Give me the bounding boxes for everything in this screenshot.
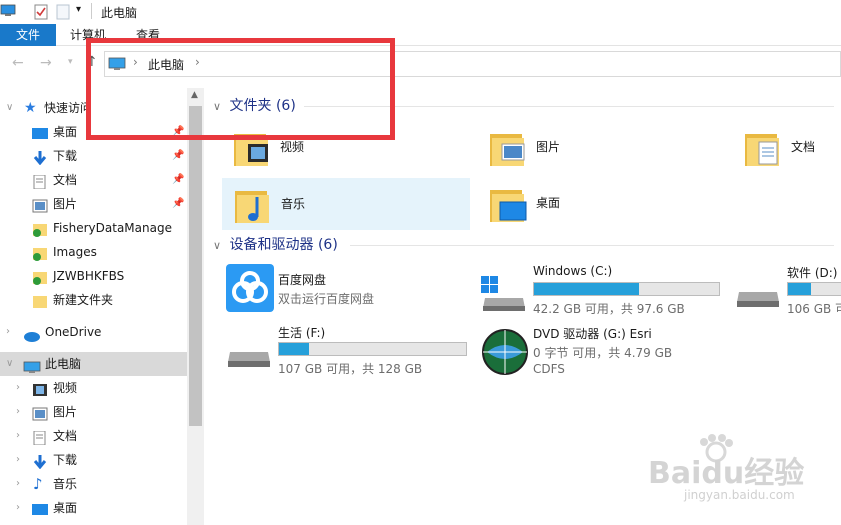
device-drive-d[interactable]: 软件 (D:) 106 GB 可用 [733,264,841,320]
music-folder-icon [233,183,273,227]
document-icon [32,173,48,190]
pictures-icon [32,197,48,213]
download-icon [32,453,48,470]
folder-synced-icon [32,221,48,237]
windows-drive-icon [481,276,527,315]
drive-f-usage-bar [278,342,467,356]
pin-icon[interactable]: 📌 [172,192,184,216]
music-icon: ♪ [33,475,43,493]
title-bar: ▾ 此电脑 [0,0,841,24]
documents-folder-icon [743,126,783,170]
dvd-globe-icon [481,328,529,379]
chevron-down-icon[interactable]: ∨ [6,352,13,376]
drive-c-usage-fill [534,283,640,295]
pictures-folder-icon [488,126,528,170]
star-icon: ★ [24,100,37,116]
divider [91,3,92,19]
desktop-icon [32,125,48,139]
baidu-netdisk-icon [226,264,274,315]
nav-item-pictures[interactable]: 图片 📌 [0,192,187,216]
back-arrow-icon[interactable]: ← [12,55,24,71]
watermark-brand: Baidu经验 [648,456,805,491]
window-title: 此电脑 [101,6,138,20]
folder-synced-icon [32,245,48,261]
forward-arrow-icon[interactable]: → [40,55,52,71]
drive-c-usage-bar [533,282,720,296]
chevron-right-icon[interactable]: › [16,376,20,400]
tab-file[interactable]: 文件 [0,24,56,46]
nav-item-fisherydatamanage[interactable]: FisheryDataManage [0,216,187,240]
desktop-icon [32,501,48,515]
computer-icon [0,4,16,17]
nav-pc-downloads[interactable]: › 下载 [0,448,187,472]
chevron-right-icon[interactable]: › [6,320,10,344]
nav-onedrive[interactable]: › OneDrive [0,320,187,344]
devices-header-label: 设备和驱动器 (6) [229,237,338,253]
folder-pictures[interactable]: 图片 [478,122,726,174]
chevron-right-icon[interactable]: › [16,400,20,424]
chevron-down-icon[interactable]: ∨ [6,96,13,120]
chevron-right-icon[interactable]: › [16,496,20,520]
folder-icon [32,293,48,308]
document-icon [32,429,48,446]
nav-item-jzwbhkfbs[interactable]: JZWBHKFBS [0,264,187,288]
drive-d-usage-fill [788,283,812,295]
folder-desktop[interactable]: 桌面 [478,178,726,230]
nav-pc-pictures[interactable]: › 图片 [0,400,187,424]
folder-synced-icon [32,269,48,285]
devices-section-header[interactable]: ∨ 设备和驱动器 (6) [213,234,338,256]
navigation-pane: ∨ ★ 快速访问 桌面 📌 下载 📌 文档 📌 图片 📌 FisheryData… [0,88,204,525]
drive-d-usage-bar [787,282,841,296]
highlight-annotation-box [86,38,395,140]
nav-item-images[interactable]: Images [0,240,187,264]
nav-this-pc[interactable]: ∨ 此电脑 [0,352,187,376]
nav-pc-videos[interactable]: › 视频 [0,376,187,400]
drive-f-usage-fill [279,343,309,355]
drive-icon [226,348,272,373]
device-baidu-netdisk[interactable]: 百度网盘 双击运行百度网盘 [224,264,474,320]
download-icon [32,149,48,166]
baidu-watermark: Baidu经验 jingyan.baidu.com [640,430,820,510]
chevron-right-icon[interactable]: › [16,424,20,448]
nav-item-documents[interactable]: 文档 📌 [0,168,187,192]
properties-icon[interactable] [34,4,48,20]
nav-pc-documents[interactable]: › 文档 [0,424,187,448]
desktop-folder-icon [488,182,528,226]
chevron-down-icon[interactable]: ∨ [213,239,221,252]
nav-item-downloads[interactable]: 下载 📌 [0,144,187,168]
nav-scrollbar-thumb[interactable] [189,106,202,426]
folder-music[interactable]: 音乐 [222,178,470,230]
pin-icon[interactable]: 📌 [172,168,184,192]
nav-pc-music[interactable]: › ♪ 音乐 [0,472,187,496]
nav-pc-desktop[interactable]: › 桌面 [0,496,187,520]
quick-toolbar-dropdown-icon[interactable]: ▾ [76,4,81,15]
section-divider [350,245,834,246]
video-icon [32,381,48,396]
device-drive-c[interactable]: Windows (C:) 42.2 GB 可用，共 97.6 GB [479,264,729,320]
recent-dropdown-icon[interactable]: ▾ [68,57,73,67]
chevron-right-icon[interactable]: › [16,472,20,496]
device-dvd-g[interactable]: DVD 驱动器 (G:) Esri 0 字节 可用，共 4.79 GB CDFS [479,324,729,380]
chevron-right-icon[interactable]: › [16,448,20,472]
device-drive-f[interactable]: 生活 (F:) 107 GB 可用，共 128 GB [224,324,474,380]
pin-icon[interactable]: 📌 [172,144,184,168]
folder-documents[interactable]: 文档 [733,122,841,174]
watermark-url: jingyan.baidu.com [684,488,795,502]
cloud-icon [22,326,40,350]
new-folder-icon[interactable] [56,4,70,20]
pictures-icon [32,405,48,421]
nav-item-new-folder[interactable]: 新建文件夹 [0,288,187,312]
drive-icon [735,288,781,313]
